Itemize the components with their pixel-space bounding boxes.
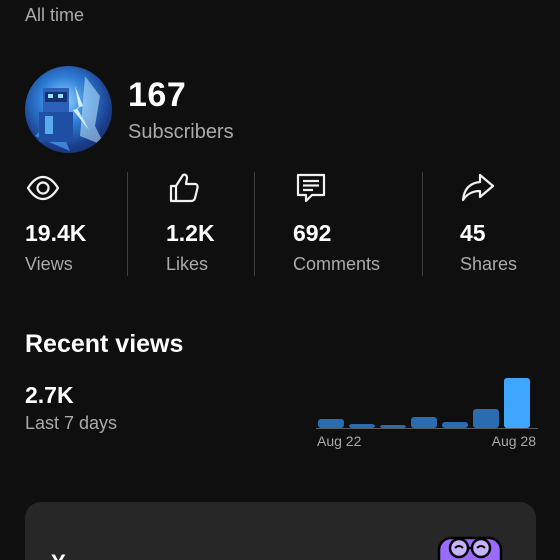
stat-likes[interactable]: 1.2K Likes bbox=[166, 170, 256, 276]
x-tick-label-first: Aug 22 bbox=[317, 433, 362, 449]
stats-row: 19.4K Views 1.2K Likes 692 Comments 45 S… bbox=[0, 170, 560, 276]
mascot-illustration bbox=[437, 536, 503, 560]
recent-views-period: Last 7 days bbox=[25, 413, 118, 433]
stat-label: Comments bbox=[293, 254, 381, 274]
thumbs-up-icon bbox=[169, 173, 199, 203]
chart-bar-aug-24[interactable] bbox=[380, 425, 406, 428]
stat-label: Likes bbox=[166, 254, 209, 274]
avatar[interactable] bbox=[25, 66, 112, 153]
promo-card-text: Y bbox=[51, 550, 66, 560]
stat-value: 19.4K bbox=[25, 220, 87, 246]
share-icon bbox=[461, 173, 495, 202]
chart-bar-aug-28[interactable] bbox=[504, 378, 530, 428]
divider bbox=[254, 172, 255, 276]
period-label: All time bbox=[25, 5, 85, 25]
stat-shares[interactable]: 45 Shares bbox=[460, 170, 540, 276]
subscriber-count: 167 bbox=[128, 75, 187, 114]
stat-views[interactable]: 19.4K Views bbox=[25, 170, 125, 276]
recent-views-title: Recent views bbox=[25, 330, 184, 358]
promo-card[interactable]: Y bbox=[25, 502, 536, 560]
stat-value: 692 bbox=[293, 220, 332, 246]
stat-value: 1.2K bbox=[166, 220, 215, 246]
chart-bar-aug-22[interactable] bbox=[318, 419, 344, 428]
comment-icon bbox=[296, 173, 326, 203]
chart-bar-aug-27[interactable] bbox=[473, 409, 499, 428]
subscriber-label: Subscribers bbox=[128, 120, 234, 143]
analytics-page: All time 167 Subscribers 19.4K Views 1.2… bbox=[0, 0, 560, 560]
channel-summary: 167 Subscribers bbox=[25, 66, 234, 153]
divider bbox=[422, 172, 423, 276]
divider bbox=[127, 172, 128, 276]
stat-label: Views bbox=[25, 254, 73, 274]
stat-comments[interactable]: 692 Comments bbox=[293, 170, 403, 276]
chart-bar-aug-23[interactable] bbox=[349, 424, 375, 428]
stat-label: Shares bbox=[460, 254, 518, 274]
stat-value: 45 bbox=[460, 220, 486, 246]
x-tick-label-last: Aug 28 bbox=[491, 433, 536, 449]
avatar-image bbox=[35, 76, 105, 151]
eye-icon bbox=[26, 175, 60, 201]
chart-bar-aug-26[interactable] bbox=[442, 422, 468, 428]
recent-views-value: 2.7K bbox=[25, 382, 74, 408]
chart-bar-aug-25[interactable] bbox=[411, 417, 437, 428]
